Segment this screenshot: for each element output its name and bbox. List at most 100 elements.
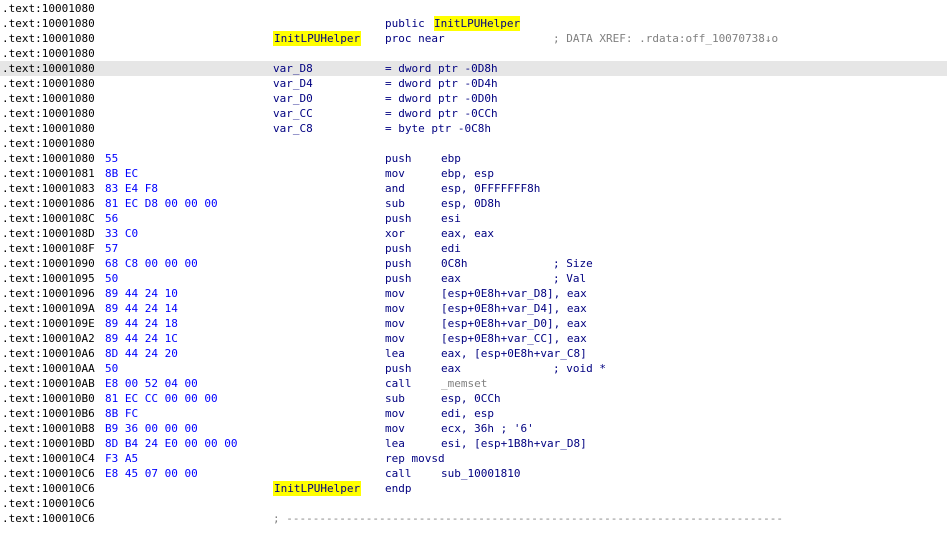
operands[interactable]: edi, esp <box>441 406 494 421</box>
listing-line[interactable]: .text:100010C6 InitLPUHelper endp <box>0 481 947 496</box>
listing-line[interactable]: .text:1000109E 89 44 24 18 mov [esp+0E8h+va… <box>0 316 947 331</box>
listing-line[interactable]: .text:100010C6 E8 45 07 00 00 call sub_1000… <box>0 466 947 481</box>
listing-line[interactable]: .text:10001080 var_D0 = dword ptr -0D0h <box>0 91 947 106</box>
listing-line[interactable]: .text:10001080 <box>0 1 947 16</box>
xref-comment[interactable]: ; DATA XREF: .rdata:off_10070738↓o <box>553 31 778 46</box>
address[interactable]: .text:1000108F <box>2 241 95 256</box>
operands[interactable]: esp, 0FFFFFFF8h <box>441 181 540 196</box>
operands[interactable]: esi <box>441 211 461 226</box>
address[interactable]: .text:10001086 <box>2 196 95 211</box>
operands[interactable]: edi <box>441 241 461 256</box>
address[interactable]: .text:1000108D <box>2 226 95 241</box>
address[interactable]: .text:100010A6 <box>2 346 95 361</box>
address[interactable]: .text:100010B8 <box>2 421 95 436</box>
listing-line[interactable]: .text:1000108F 57 push edi <box>0 241 947 256</box>
operands[interactable]: eax, [esp+0E8h+var_C8] <box>441 346 587 361</box>
address[interactable]: .text:100010C6 <box>2 496 95 511</box>
address[interactable]: .text:100010A2 <box>2 331 95 346</box>
listing-line[interactable]: .text:10001080 var_CC = dword ptr -0CCh <box>0 106 947 121</box>
function-label[interactable]: InitLPUHelper <box>273 481 362 496</box>
listing-line[interactable]: .text:10001080 <box>0 136 947 151</box>
address[interactable]: .text:100010B0 <box>2 391 95 406</box>
operands[interactable]: [esp+0E8h+var_D8], eax <box>441 286 587 301</box>
listing-line[interactable]: .text:10001080 var_D8 = dword ptr -0D8h <box>0 61 947 76</box>
stack-var-label[interactable]: var_CC <box>273 106 313 121</box>
address[interactable]: .text:100010C6 <box>2 466 95 481</box>
listing-line[interactable]: .text:10001095 50 push eax ; Val <box>0 271 947 286</box>
address[interactable]: .text:100010C6 <box>2 511 95 526</box>
address[interactable]: .text:10001090 <box>2 256 95 271</box>
address[interactable]: .text:100010AB <box>2 376 95 391</box>
operands[interactable]: ebp <box>441 151 461 166</box>
listing-line[interactable]: .text:100010B0 81 EC CC 00 00 00 sub esp, 0… <box>0 391 947 406</box>
address[interactable]: .text:10001080 <box>2 76 95 91</box>
address[interactable]: .text:1000108C <box>2 211 95 226</box>
address[interactable]: .text:100010B6 <box>2 406 95 421</box>
stack-var-label[interactable]: var_D4 <box>273 76 313 91</box>
address[interactable]: .text:10001083 <box>2 181 95 196</box>
address[interactable]: .text:10001080 <box>2 151 95 166</box>
operands[interactable]: 0C8h <box>441 256 468 271</box>
public-symbol-name[interactable]: InitLPUHelper <box>434 16 521 31</box>
listing-line[interactable]: .text:10001080 public InitLPUHelper <box>0 16 947 31</box>
listing-line[interactable]: .text:10001080 55 push ebp <box>0 151 947 166</box>
listing-line[interactable]: .text:100010A6 8D 44 24 20 lea eax, [esp+0E… <box>0 346 947 361</box>
operands[interactable]: ebp, esp <box>441 166 494 181</box>
operands[interactable]: ecx, 36h ; '6' <box>441 421 534 436</box>
address[interactable]: .text:1000109E <box>2 316 95 331</box>
listing-line[interactable]: .text:1000108D 33 C0 xor eax, eax <box>0 226 947 241</box>
operands[interactable]: = dword ptr -0CCh <box>385 106 498 121</box>
listing-line[interactable]: .text:100010B6 8B FC mov edi, esp <box>0 406 947 421</box>
listing-line[interactable]: .text:100010B8 B9 36 00 00 00 mov ecx, 36h … <box>0 421 947 436</box>
stack-var-label[interactable]: var_C8 <box>273 121 313 136</box>
listing-line[interactable]: .text:100010C6 ; ------------------------… <box>0 511 947 526</box>
operands[interactable]: [esp+0E8h+var_D0], eax <box>441 316 587 331</box>
operands[interactable]: = byte ptr -0C8h <box>385 121 491 136</box>
address[interactable]: .text:10001080 <box>2 91 95 106</box>
operands[interactable]: _memset <box>441 376 487 391</box>
stack-var-label[interactable]: var_D0 <box>273 91 313 106</box>
listing-line[interactable]: .text:1000108C 56 push esi <box>0 211 947 226</box>
address[interactable]: .text:100010BD <box>2 436 95 451</box>
operands[interactable]: esp, 0D8h <box>441 196 501 211</box>
address[interactable]: .text:10001080 <box>2 121 95 136</box>
operands[interactable]: eax <box>441 271 461 286</box>
listing-line[interactable]: .text:100010C4 F3 A5 rep movsd <box>0 451 947 466</box>
address[interactable]: .text:10001080 <box>2 61 95 76</box>
listing-line[interactable]: .text:100010A2 89 44 24 1C mov [esp+0E8h+va… <box>0 331 947 346</box>
address[interactable]: .text:10001080 <box>2 31 95 46</box>
listing-line[interactable]: .text:100010AA 50 push eax ; void * <box>0 361 947 376</box>
operands[interactable]: = dword ptr -0D0h <box>385 91 498 106</box>
operands[interactable]: esp, 0CCh <box>441 391 501 406</box>
operands[interactable]: esi, [esp+1B8h+var_D8] <box>441 436 587 451</box>
listing-line[interactable]: .text:10001080 var_C8 = byte ptr -0C8h <box>0 121 947 136</box>
listing-line[interactable]: .text:10001080 var_D4 = dword ptr -0D4h <box>0 76 947 91</box>
function-label[interactable]: InitLPUHelper <box>273 31 362 46</box>
operands[interactable]: eax <box>441 361 461 376</box>
address[interactable]: .text:1000109A <box>2 301 95 316</box>
listing-line[interactable]: .text:10001083 83 E4 F8 and esp, 0FFFFFFF8h <box>0 181 947 196</box>
address[interactable]: .text:10001080 <box>2 136 95 151</box>
address[interactable]: .text:100010C4 <box>2 451 95 466</box>
operands[interactable]: sub_10001810 <box>441 466 520 481</box>
listing-line[interactable]: .text:100010AB E8 00 52 04 00 call _memset <box>0 376 947 391</box>
listing-line[interactable]: .text:10001096 89 44 24 10 mov [esp+0E8h+va… <box>0 286 947 301</box>
listing-line[interactable]: .text:1000109A 89 44 24 14 mov [esp+0E8h+va… <box>0 301 947 316</box>
address[interactable]: .text:10001080 <box>2 46 95 61</box>
disassembly-listing[interactable]: .text:10001080 .text:10001080 public InitLP… <box>0 1 947 526</box>
operands[interactable]: = dword ptr -0D8h <box>385 61 498 76</box>
operands[interactable]: eax, eax <box>441 226 494 241</box>
address[interactable]: .text:10001095 <box>2 271 95 286</box>
operands[interactable]: [esp+0E8h+var_CC], eax <box>441 331 587 346</box>
address[interactable]: .text:10001080 <box>2 1 95 16</box>
stack-var-label[interactable]: var_D8 <box>273 61 313 76</box>
listing-line[interactable]: .text:10001081 8B EC mov ebp, esp <box>0 166 947 181</box>
listing-line[interactable]: .text:10001090 68 C8 00 00 00 push 0C8h ; Si… <box>0 256 947 271</box>
address[interactable]: .text:100010AA <box>2 361 95 376</box>
address[interactable]: .text:10001081 <box>2 166 95 181</box>
listing-line[interactable]: .text:10001086 81 EC D8 00 00 00 sub esp, 0… <box>0 196 947 211</box>
address[interactable]: .text:10001096 <box>2 286 95 301</box>
address[interactable]: .text:10001080 <box>2 16 95 31</box>
operands[interactable]: = dword ptr -0D4h <box>385 76 498 91</box>
listing-line[interactable]: .text:10001080 InitLPUHelper proc near ; DA… <box>0 31 947 46</box>
